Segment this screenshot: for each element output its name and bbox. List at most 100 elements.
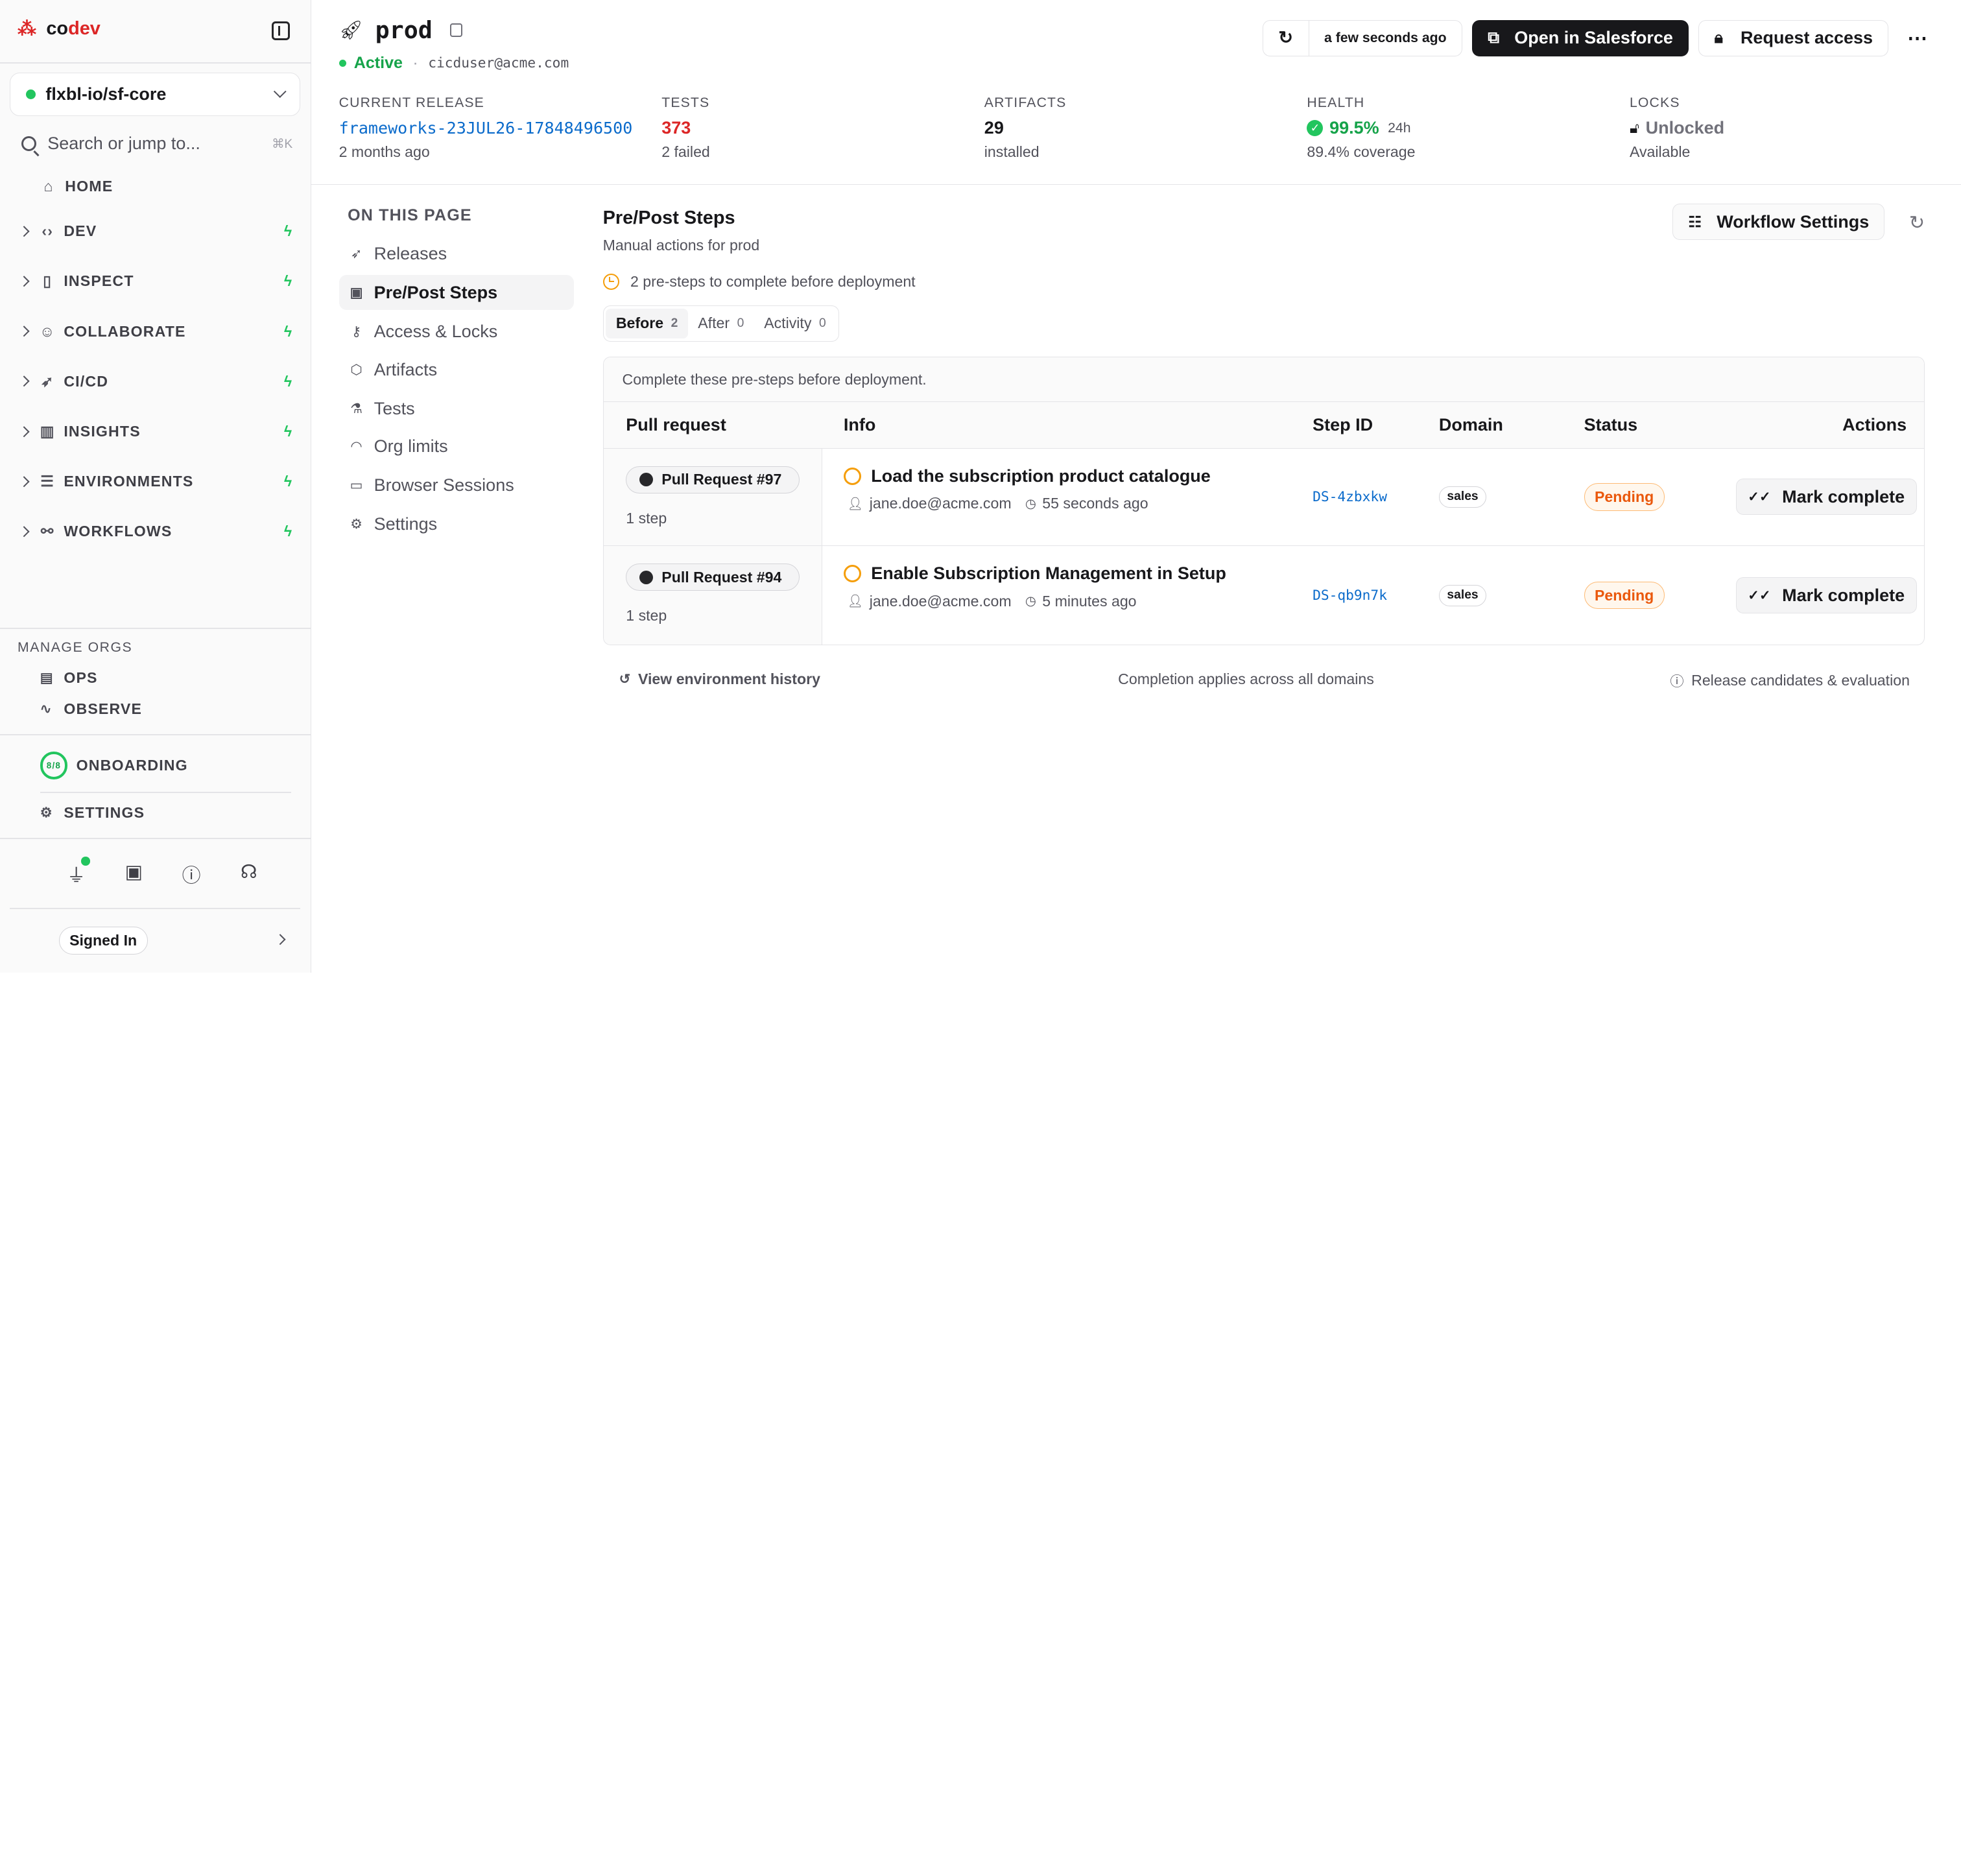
table-row: Pull Request #94 1 step Enable Subscript…: [603, 546, 1925, 645]
toc-item-label: Settings: [374, 514, 438, 534]
sidebar-item-settings[interactable]: ⚙ SETTINGS: [40, 804, 145, 822]
table-header: Pull request Info Step ID Domain Status …: [603, 402, 1925, 449]
toc-item-access-locks[interactable]: ⚷ Access & Locks: [339, 314, 575, 349]
open-salesforce-button[interactable]: ⧉ Open in Salesforce: [1472, 19, 1689, 56]
info-cell: Load the subscription product catalogue …: [822, 449, 1313, 545]
tab-activity[interactable]: Activity 0: [754, 309, 836, 338]
sidebar-item-label: ENVIRONMENTS: [64, 472, 194, 490]
toc-item-browser-sessions[interactable]: ▭ Browser Sessions: [339, 468, 575, 503]
key-icon: ⚷: [351, 324, 362, 339]
status-dot: [339, 59, 347, 67]
view-history-link[interactable]: ↺ View environment history: [619, 671, 820, 688]
clipboard-check-icon[interactable]: ▣: [123, 861, 145, 886]
toc-item-org-limits[interactable]: ◠ Org limits: [339, 429, 575, 464]
double-check-icon: ✓✓: [1748, 489, 1771, 505]
sidebar-item-workflows[interactable]: ⚯ WORKFLOWS ϟ: [18, 517, 298, 545]
main-content: 🚀︎ prod Active · cicduser@acme.com ↻ a f…: [311, 0, 1961, 973]
mark-complete-button[interactable]: ✓✓ Mark complete: [1735, 577, 1917, 614]
sidebar-item-inspect[interactable]: ▯ INSPECT ϟ: [18, 268, 298, 295]
sidebar-item-label: SETTINGS: [64, 804, 145, 822]
tab-after[interactable]: After 0: [688, 309, 754, 338]
workflow-settings-button[interactable]: ☷ Workflow Settings: [1672, 204, 1885, 241]
toc-item-label: Artifacts: [374, 360, 438, 380]
manage-orgs-label: MANAGE ORGS: [18, 640, 133, 656]
request-access-button[interactable]: 🔒︎ Request access: [1698, 19, 1889, 56]
rocket-icon: ➶: [40, 372, 54, 390]
sidebar-item-onboarding[interactable]: 8/8 ONBOARDING: [40, 752, 188, 779]
steps-table-card: Complete these pre-steps before deployme…: [602, 356, 1925, 646]
double-check-icon: ✓✓: [1748, 588, 1771, 603]
release-candidates-link[interactable]: ⓘ Release candidates & evaluation: [1670, 671, 1910, 691]
toc-item-artifacts[interactable]: ⬡ Artifacts: [339, 353, 575, 388]
tab-count: 0: [819, 316, 826, 330]
sidebar-item-home[interactable]: ⌂ HOME: [40, 172, 320, 200]
step-id[interactable]: DS-qb9n7k: [1313, 546, 1439, 645]
sliders-icon: ☷: [1688, 213, 1702, 230]
sidebar-item-observe[interactable]: ∿ OBSERVE: [40, 700, 142, 718]
toc-item-settings[interactable]: ⚙ Settings: [339, 506, 575, 541]
refresh-icon[interactable]: ↻: [1909, 211, 1925, 234]
pr-label: Pull Request #97: [661, 471, 782, 488]
user-icon: 👤︎: [847, 595, 864, 608]
toc-item-tests[interactable]: ⚗ Tests: [339, 392, 575, 427]
sidebar-item-environments[interactable]: ☰ ENVIRONMENTS ϟ: [18, 468, 298, 495]
sidebar-item-label: OBSERVE: [64, 700, 143, 718]
headset-icon[interactable]: ☊: [237, 861, 260, 886]
page-title-row: 🚀︎ prod: [339, 16, 463, 44]
step-id[interactable]: DS-4zbxkw: [1313, 449, 1439, 545]
tests-count[interactable]: 373: [661, 118, 691, 138]
stat-label: ARTIFACTS: [984, 95, 1067, 110]
gear-icon: ⚙: [350, 516, 363, 532]
signed-in-badge[interactable]: Signed In: [58, 927, 148, 955]
env-status-line: Active · cicduser@acme.com: [339, 54, 569, 73]
step-author: jane.doe@acme.com: [869, 495, 1012, 512]
toc-item-pre-post-steps[interactable]: ▣ Pre/Post Steps: [339, 275, 575, 311]
mark-complete-button[interactable]: ✓✓ Mark complete: [1735, 479, 1917, 516]
sidebar-item-insights[interactable]: ▥ INSIGHTS ϟ: [18, 418, 298, 445]
home-icon: ⌂: [43, 177, 54, 195]
domain-badge: sales: [1438, 486, 1487, 508]
status-badge: Pending: [1584, 581, 1665, 610]
clock-icon: ◷: [1025, 595, 1036, 608]
more-options-icon[interactable]: ⋯: [1899, 20, 1936, 56]
copy-icon[interactable]: [449, 23, 463, 38]
tab-before[interactable]: Before 2: [606, 308, 688, 338]
view-history-label: View environment history: [637, 670, 820, 687]
search-input[interactable]: Search or jump to... ⌘K: [18, 132, 292, 157]
table-note: Complete these pre-steps before deployme…: [603, 357, 1925, 403]
pull-request-link[interactable]: Pull Request #97: [626, 466, 800, 493]
sidebar-item-collaborate[interactable]: ☺ COLLABORATE ϟ: [18, 318, 298, 345]
external-link-icon: ⧉: [1488, 28, 1500, 47]
org-selector[interactable]: flxbl-io/sf-core: [10, 72, 300, 117]
sidebar-item-dev[interactable]: ‹› DEV ϟ: [18, 218, 298, 245]
chart-icon: ▥: [40, 422, 55, 440]
release-link[interactable]: frameworks-23JUL26-17848496500: [339, 119, 642, 137]
refresh-button[interactable]: ↻ a few seconds ago: [1262, 19, 1462, 56]
inspect-icon: ▯: [43, 272, 53, 290]
clock-icon: ◷: [1025, 497, 1036, 511]
brand[interactable]: ⁂ codev: [18, 18, 101, 40]
clock-icon: [602, 273, 619, 290]
chevron-right-icon: [18, 326, 29, 337]
sidebar-item-ops[interactable]: ▤ OPS: [40, 669, 98, 687]
help-icon[interactable]: ⓘ: [180, 861, 203, 886]
sidebar-collapse-icon[interactable]: [271, 21, 291, 40]
stat-label: LOCKS: [1629, 95, 1680, 110]
chevron-right-icon[interactable]: [274, 934, 286, 945]
pull-request-link[interactable]: Pull Request #94: [626, 564, 800, 591]
sidebar-item-cicd[interactable]: ➶ CI/CD ϟ: [18, 368, 298, 395]
step-title: Load the subscription product catalogue: [871, 466, 1211, 486]
plug-icon[interactable]: ⏚: [65, 857, 90, 886]
section-footer: ↺ View environment history Completion ap…: [603, 671, 1925, 696]
bolt-icon: ϟ: [283, 222, 293, 240]
stat-sub: 2 months ago: [339, 143, 430, 160]
gauge-icon: ◠: [350, 439, 362, 454]
refresh-icon: ↻: [1263, 20, 1309, 56]
chevron-right-icon: [18, 276, 29, 287]
flask-icon: ⚗: [350, 401, 363, 417]
step-time: 5 minutes ago: [1042, 592, 1137, 610]
divider: [0, 628, 312, 630]
toc-item-label: Releases: [374, 244, 447, 263]
chevron-down-icon: [274, 85, 287, 98]
toc-item-releases[interactable]: ➶ Releases: [339, 237, 575, 272]
